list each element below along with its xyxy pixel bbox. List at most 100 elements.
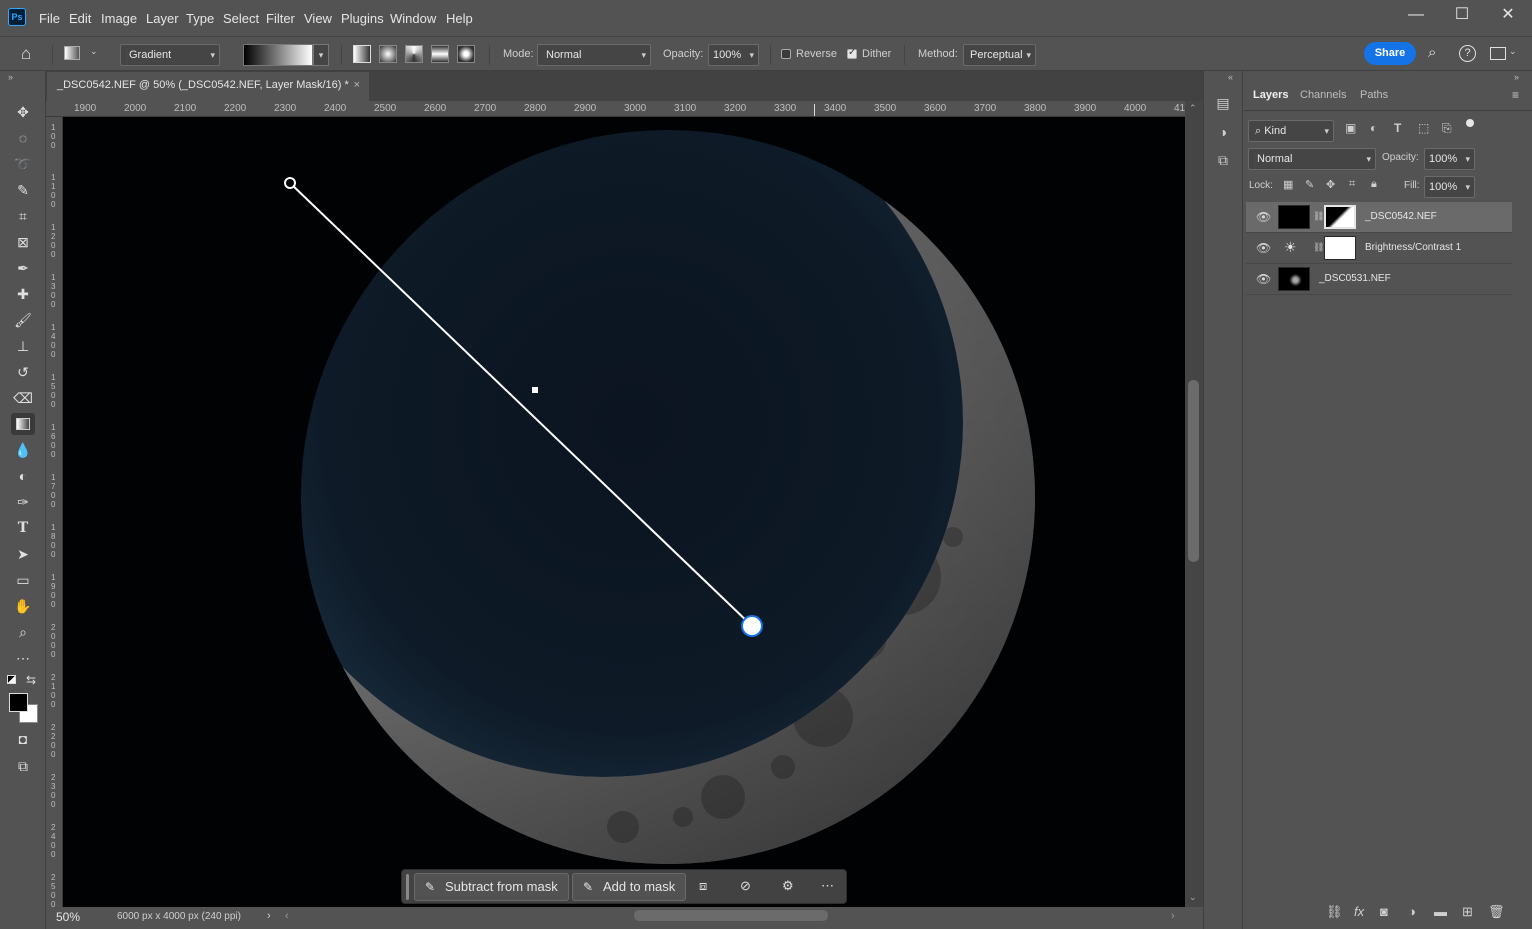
zoom-level[interactable]: 50%: [56, 910, 80, 924]
lasso-tool-icon[interactable]: ➰: [11, 153, 35, 175]
reflected-gradient-icon[interactable]: [431, 45, 449, 63]
history-brush-tool-icon[interactable]: ↺: [11, 361, 35, 383]
menu-image[interactable]: Image: [101, 11, 137, 26]
eraser-tool-icon[interactable]: ⌫: [11, 387, 35, 409]
dodge-tool-icon[interactable]: ◐: [11, 465, 35, 487]
gradient-end-handle[interactable]: [741, 615, 763, 637]
close-window-icon[interactable]: ✕: [1496, 6, 1520, 26]
reverse-checkbox[interactable]: [781, 49, 791, 59]
subtract-from-mask-button[interactable]: ✎ Subtract from mask: [414, 873, 569, 901]
clone-stamp-tool-icon[interactable]: ⊥: [11, 335, 35, 357]
link-layers-icon[interactable]: ⛓︎: [1326, 904, 1343, 920]
filter-toggle-icon[interactable]: [1466, 119, 1474, 127]
brush-tool-icon[interactable]: 🖌: [11, 309, 35, 331]
diamond-gradient-icon[interactable]: [457, 45, 475, 63]
layer-row[interactable]: 👁︎ _DSC0531.NEF: [1246, 264, 1512, 295]
menu-plugins[interactable]: Plugins: [341, 11, 384, 26]
filter-type-icon[interactable]: T: [1394, 121, 1401, 135]
collapse-toolbar-icon[interactable]: »: [8, 72, 13, 82]
opacity-field[interactable]: 100% ▾: [708, 44, 759, 66]
blend-mode-dropdown[interactable]: Normal ▾: [1248, 148, 1376, 170]
add-to-mask-button[interactable]: ✎ Add to mask: [572, 873, 686, 901]
scroll-up-icon[interactable]: ⌃: [1189, 103, 1197, 114]
workspace-icon[interactable]: [1490, 47, 1506, 60]
hand-tool-icon[interactable]: ✋: [11, 595, 35, 617]
mask-settings-icon[interactable]: ⚙: [782, 878, 794, 894]
fx-icon[interactable]: fx: [1354, 904, 1364, 919]
menu-type[interactable]: Type: [186, 11, 214, 26]
tab-channels[interactable]: Channels: [1300, 89, 1346, 101]
chevron-down-icon[interactable]: ⌄: [1509, 46, 1517, 57]
filter-adjustment-icon[interactable]: ◐: [1370, 121, 1377, 135]
visibility-eye-icon[interactable]: 👁︎: [1256, 210, 1271, 224]
fill-field[interactable]: 100% ▾: [1424, 176, 1475, 198]
zoom-tool-icon[interactable]: ⌕: [11, 621, 35, 643]
help-icon[interactable]: ?: [1459, 45, 1476, 62]
new-adjustment-layer-icon[interactable]: ◑: [1408, 904, 1416, 919]
new-group-icon[interactable]: ▬: [1434, 904, 1447, 919]
chevron-down-icon[interactable]: ⌄: [90, 46, 98, 57]
taskbar-drag-handle[interactable]: [406, 874, 409, 900]
gradient-swatch[interactable]: [243, 44, 313, 66]
home-icon[interactable]: ⌂: [21, 44, 31, 64]
layer-row[interactable]: 👁︎ ☀ ⛓︎ Brightness/Contrast 1: [1246, 233, 1512, 264]
dither-checkbox[interactable]: [847, 47, 857, 59]
layer-mask-thumbnail[interactable]: [1324, 205, 1356, 229]
type-tool-icon[interactable]: T: [11, 517, 35, 539]
layer-filter-dropdown[interactable]: ⌕ Kind ▾: [1248, 120, 1334, 142]
lock-transparent-icon[interactable]: ▦: [1283, 178, 1293, 191]
path-selection-tool-icon[interactable]: ➤: [11, 543, 35, 565]
gradient-tool-icon[interactable]: [11, 413, 35, 435]
layer-row[interactable]: 👁︎ ⛓︎ _DSC0542.NEF: [1246, 202, 1512, 233]
scroll-down-icon[interactable]: ⌄: [1189, 892, 1197, 903]
menu-help[interactable]: Help: [446, 11, 473, 26]
collapse-panel-icon[interactable]: »: [1514, 72, 1519, 82]
pen-tool-icon[interactable]: ✑: [11, 491, 35, 513]
filter-smart-object-icon[interactable]: ⎘: [1442, 121, 1452, 136]
rectangle-tool-icon[interactable]: ▭: [11, 569, 35, 591]
radial-gradient-icon[interactable]: [379, 45, 397, 63]
angle-gradient-icon[interactable]: [405, 45, 423, 63]
link-icon[interactable]: ⛓︎: [1313, 211, 1324, 222]
mask-options-icon[interactable]: ⧈: [699, 878, 707, 894]
delete-layer-icon[interactable]: 🗑︎: [1488, 904, 1505, 920]
method-dropdown[interactable]: Perceptual ▾: [963, 44, 1036, 66]
gradient-picker-chevron-icon[interactable]: ▾: [313, 44, 329, 66]
vertical-scroll-thumb[interactable]: [1188, 380, 1199, 562]
menu-edit[interactable]: Edit: [69, 11, 91, 26]
visibility-eye-icon[interactable]: 👁︎: [1256, 241, 1271, 255]
gradient-preset-dropdown[interactable]: Gradient ▾: [120, 44, 220, 66]
disable-mask-icon[interactable]: ⊘: [740, 878, 751, 894]
lock-image-icon[interactable]: ✎: [1305, 178, 1314, 191]
minimize-icon[interactable]: —: [1404, 6, 1428, 26]
layer-name[interactable]: Brightness/Contrast 1: [1365, 242, 1461, 253]
menu-window[interactable]: Window: [390, 11, 436, 26]
menu-select[interactable]: Select: [223, 11, 259, 26]
properties-panel-icon[interactable]: ⧉: [1213, 150, 1233, 170]
document-tab[interactable]: _DSC0542.NEF @ 50% (_DSC0542.NEF, Layer …: [47, 72, 369, 101]
move-tool-icon[interactable]: ✥: [11, 101, 35, 123]
scroll-right-icon[interactable]: ›: [1171, 910, 1175, 922]
menu-view[interactable]: View: [304, 11, 332, 26]
default-colors-icon[interactable]: [7, 675, 16, 684]
linear-gradient-icon[interactable]: [353, 45, 371, 63]
filter-shape-icon[interactable]: ⬚: [1418, 121, 1429, 135]
layer-name[interactable]: _DSC0531.NEF: [1319, 273, 1391, 284]
lock-position-icon[interactable]: ✥: [1326, 178, 1335, 191]
healing-brush-tool-icon[interactable]: ✚: [11, 283, 35, 305]
share-button[interactable]: Share: [1364, 42, 1416, 65]
link-icon[interactable]: ⛓︎: [1313, 242, 1324, 253]
new-layer-icon[interactable]: ⊞: [1462, 904, 1473, 920]
scroll-left-icon[interactable]: ‹: [285, 910, 289, 922]
more-tools-icon[interactable]: ⋯: [11, 647, 35, 669]
layer-mask-thumbnail[interactable]: [1324, 236, 1356, 260]
marquee-tool-icon[interactable]: ◌: [11, 127, 35, 149]
screen-mode-icon[interactable]: ⧉: [11, 755, 35, 777]
mode-dropdown[interactable]: Normal ▾: [537, 44, 651, 66]
lock-artboard-icon[interactable]: ⌗: [1349, 178, 1355, 191]
horizontal-scroll-thumb[interactable]: [634, 910, 828, 921]
layer-name[interactable]: _DSC0542.NEF: [1365, 211, 1437, 222]
search-icon[interactable]: ⌕: [1428, 44, 1436, 61]
maximize-icon[interactable]: ☐: [1450, 6, 1474, 26]
crop-tool-icon[interactable]: ⌗: [11, 205, 35, 227]
